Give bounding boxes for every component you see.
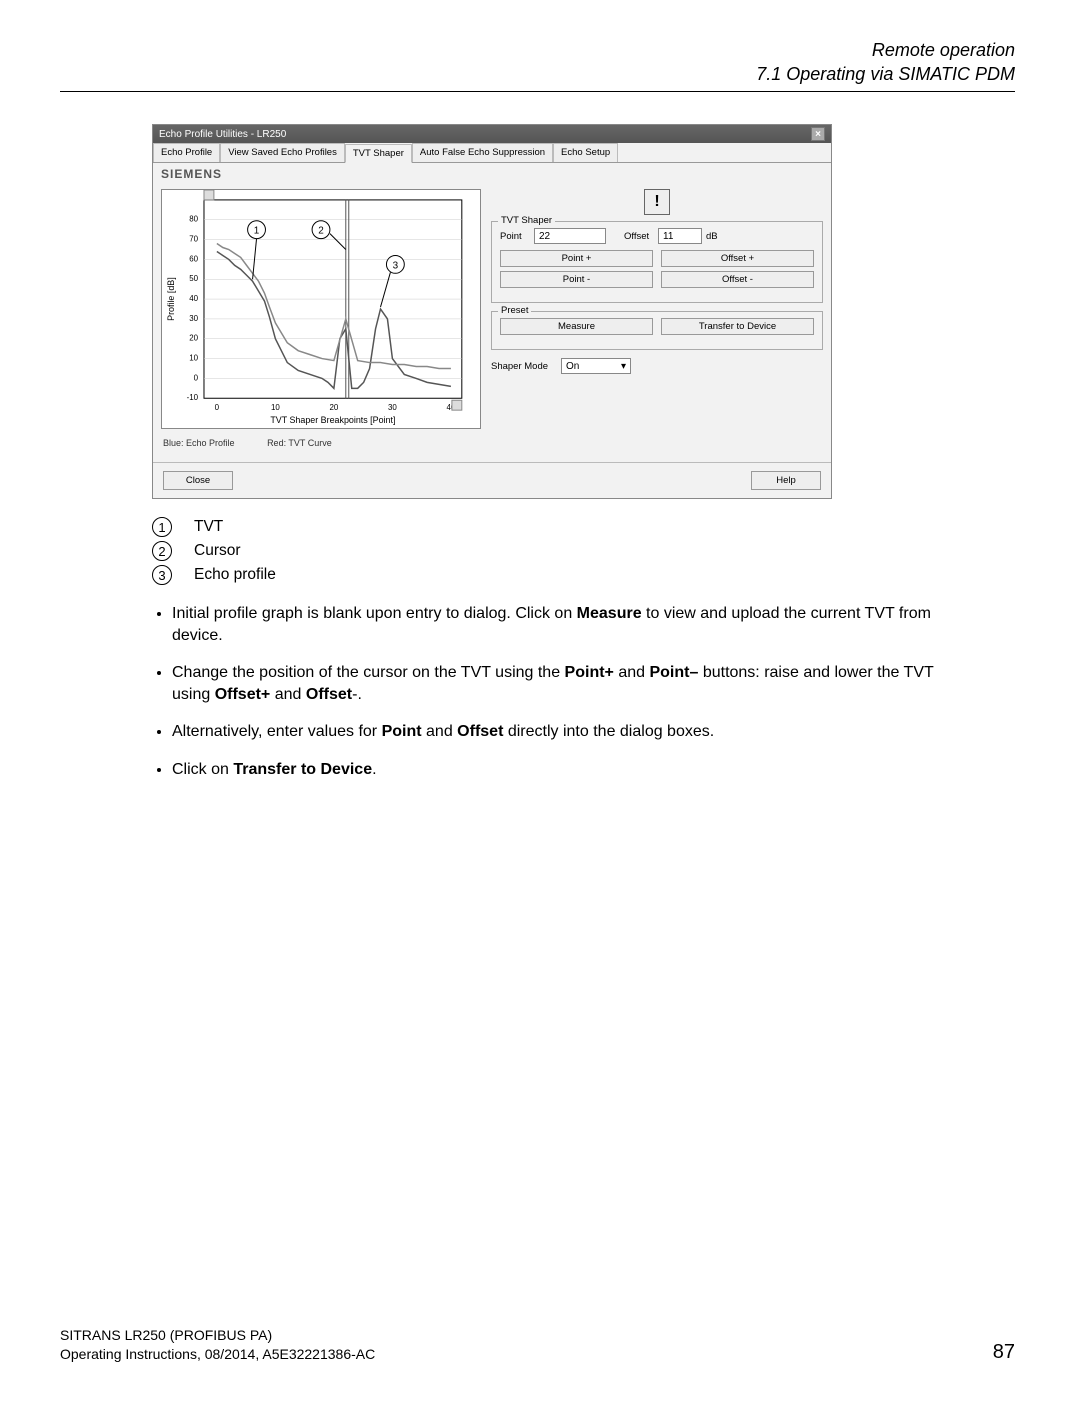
measure-button[interactable]: Measure <box>500 318 653 335</box>
fieldset-legend: TVT Shaper <box>498 215 555 226</box>
transfer-button[interactable]: Transfer to Device <box>661 318 814 335</box>
ytick: 80 <box>189 215 198 224</box>
callout-text: TVT <box>194 518 223 536</box>
ytick: 50 <box>189 274 198 283</box>
callout-num: 2 <box>152 541 172 561</box>
help-button[interactable]: Help <box>751 471 821 490</box>
offset-input[interactable] <box>658 228 702 244</box>
offset-plus-button[interactable]: Offset + <box>661 250 814 267</box>
tvt-shaper-fieldset: TVT Shaper Point Offset dB Point + Offse… <box>491 221 823 303</box>
close-icon[interactable]: × <box>811 127 825 141</box>
offset-minus-button[interactable]: Offset - <box>661 271 814 288</box>
legend-echo: Blue: Echo Profile <box>163 438 235 448</box>
callout-num: 3 <box>152 565 172 585</box>
tab-auto-false-echo[interactable]: Auto False Echo Suppression <box>412 143 553 162</box>
window-title: Echo Profile Utilities - LR250 <box>159 129 286 140</box>
y-axis-label: Profile [dB] <box>166 277 176 321</box>
chevron-down-icon: ▾ <box>621 361 626 372</box>
callout-text: Echo profile <box>194 566 276 584</box>
chapter-title: Remote operation <box>60 40 1015 61</box>
ytick: 70 <box>189 235 198 244</box>
callout-text: Cursor <box>194 542 241 560</box>
xtick: 20 <box>329 403 338 412</box>
ytick: 0 <box>194 373 199 382</box>
svg-text:1: 1 <box>254 226 260 237</box>
dialog-window: Echo Profile Utilities - LR250 × Echo Pr… <box>152 124 832 499</box>
preset-fieldset: Preset Measure Transfer to Device <box>491 311 823 350</box>
brand-bar: SIEMENS <box>153 163 831 185</box>
xtick: 30 <box>388 403 397 412</box>
callout-legend: 1 TVT 2 Cursor 3 Echo profile <box>152 517 1015 585</box>
ytick: 30 <box>189 314 198 323</box>
dialog-bottom-bar: Close Help <box>153 462 831 498</box>
shaper-mode-select[interactable]: On ▾ <box>561 358 631 374</box>
ytick: 60 <box>189 254 198 263</box>
instruction-list: Initial profile graph is blank upon entr… <box>152 603 955 781</box>
ytick: -10 <box>187 393 199 402</box>
screenshot-figure: Echo Profile Utilities - LR250 × Echo Pr… <box>152 124 935 499</box>
x-axis-label: TVT Shaper Breakpoints [Point] <box>270 415 395 425</box>
db-label: dB <box>706 231 736 242</box>
tab-echo-setup[interactable]: Echo Setup <box>553 143 618 162</box>
instruction-item: Initial profile graph is blank upon entr… <box>172 603 955 646</box>
svg-text:3: 3 <box>393 260 399 271</box>
point-label: Point <box>500 231 530 242</box>
ytick: 40 <box>189 294 198 303</box>
product-name: SITRANS LR250 (PROFIBUS PA) <box>60 1326 375 1345</box>
point-minus-button[interactable]: Point - <box>500 271 653 288</box>
section-title: 7.1 Operating via SIMATIC PDM <box>60 64 1015 85</box>
point-plus-button[interactable]: Point + <box>500 250 653 267</box>
instruction-item: Change the position of the cursor on the… <box>172 662 955 705</box>
controls-panel: ! TVT Shaper Point Offset dB Point + Off… <box>491 189 823 454</box>
svg-text:2: 2 <box>318 226 324 237</box>
close-button[interactable]: Close <box>163 471 233 490</box>
scroll-right-icon[interactable] <box>452 400 462 410</box>
legend-tvt: Red: TVT Curve <box>267 438 332 448</box>
tab-echo-profile[interactable]: Echo Profile <box>153 143 220 162</box>
instruction-item: Click on Transfer to Device. <box>172 759 955 781</box>
xtick: 10 <box>271 403 280 412</box>
ytick: 20 <box>189 334 198 343</box>
tab-row: Echo Profile View Saved Echo Profiles TV… <box>153 143 831 163</box>
profile-chart: -10 0 10 20 30 40 50 60 70 80 <box>161 189 481 429</box>
callout-num: 1 <box>152 517 172 537</box>
chart-panel: -10 0 10 20 30 40 50 60 70 80 <box>161 189 481 454</box>
instruction-item: Alternatively, enter values for Point an… <box>172 721 955 743</box>
tab-view-saved[interactable]: View Saved Echo Profiles <box>220 143 345 162</box>
point-input[interactable] <box>534 228 606 244</box>
doc-info: Operating Instructions, 08/2014, A5E3222… <box>60 1345 375 1364</box>
page-footer: SITRANS LR250 (PROFIBUS PA) Operating In… <box>60 1326 1015 1364</box>
titlebar: Echo Profile Utilities - LR250 × <box>153 125 831 143</box>
shaper-mode-label: Shaper Mode <box>491 361 555 372</box>
scroll-up-icon[interactable] <box>204 190 214 200</box>
ytick: 10 <box>189 354 198 363</box>
xtick: 0 <box>215 403 220 412</box>
header-rule <box>60 91 1015 92</box>
chart-legend: Blue: Echo Profile Red: TVT Curve <box>161 432 481 454</box>
page-number: 87 <box>993 1341 1015 1364</box>
select-value: On <box>566 361 579 372</box>
fieldset-legend: Preset <box>498 305 531 316</box>
offset-label: Offset <box>624 231 654 242</box>
warning-icon: ! <box>644 189 670 215</box>
tab-tvt-shaper[interactable]: TVT Shaper <box>345 144 412 163</box>
